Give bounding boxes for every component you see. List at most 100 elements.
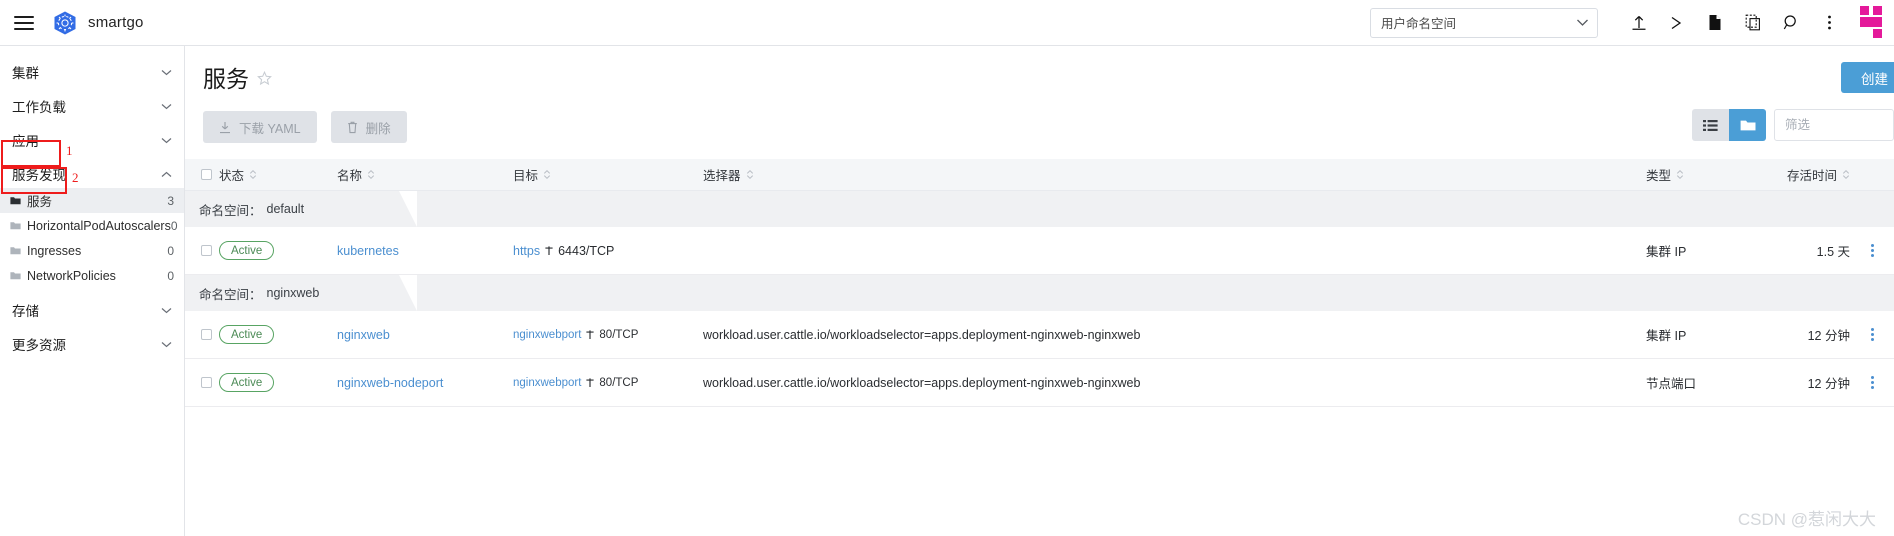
upload-icon[interactable]	[1620, 0, 1658, 46]
column-header-target-label: 目标	[513, 169, 539, 183]
sidebar-group-service-discovery[interactable]: 服务发现	[0, 160, 184, 188]
target-link[interactable]: nginxwebport	[513, 329, 581, 341]
column-header-type[interactable]: 类型	[1646, 165, 1758, 184]
page-title: 服务	[203, 66, 249, 92]
star-outline-icon[interactable]	[257, 71, 272, 86]
group-view-icon[interactable]	[1729, 109, 1766, 141]
port-arrow-icon	[585, 328, 595, 340]
namespace-group-label: 命名空间：	[199, 287, 262, 302]
table-row[interactable]: Active nginxweb-nodeport nginxwebport 80…	[185, 359, 1894, 407]
copy-icon[interactable]	[1734, 0, 1772, 46]
status-badge: Active	[219, 241, 275, 260]
sidebar-group-storage[interactable]: 存储	[0, 296, 184, 324]
shell-icon[interactable]	[1658, 0, 1696, 46]
folder-icon	[10, 196, 21, 205]
delete-button[interactable]: 删除	[330, 111, 407, 143]
sidebar-group-workloads[interactable]: 工作负载	[0, 92, 184, 120]
sidebar-item-label: HorizontalPodAutoscalers	[27, 218, 171, 233]
target-link[interactable]: https	[513, 244, 540, 258]
target-port: 80/TCP	[599, 376, 639, 389]
column-header-type-label: 类型	[1646, 169, 1672, 183]
brand[interactable]: smartgo	[52, 10, 144, 36]
chevron-down-icon	[161, 341, 172, 348]
row-age-cell: 1.5 天	[1816, 245, 1850, 259]
sidebar-group-label: 存储	[12, 304, 39, 319]
sidebar-group-more-resources[interactable]: 更多资源	[0, 330, 184, 358]
trash-icon	[347, 121, 358, 134]
row-name-cell: nginxweb	[337, 328, 513, 342]
annotation-number-1: 1	[66, 143, 73, 158]
row-type-cell: 集群 IP	[1646, 329, 1687, 343]
folder-icon	[10, 271, 21, 280]
sidebar: 集群 工作负载 应用 服务发现 服务 3 HorizontalPodAutosc…	[0, 46, 185, 536]
table-header-row: 状态 名称 目标 选择器 类型 存活时间	[185, 159, 1894, 191]
column-header-name[interactable]: 名称	[337, 165, 513, 184]
sidebar-item-networkpolicies[interactable]: NetworkPolicies 0	[0, 263, 184, 288]
folder-icon	[10, 246, 21, 255]
column-header-status[interactable]: 状态	[219, 165, 337, 184]
row-actions-menu-icon[interactable]	[1870, 328, 1874, 341]
row-type-cell: 节点端口	[1646, 377, 1697, 391]
service-name-link[interactable]: kubernetes	[337, 244, 399, 258]
sidebar-item-services[interactable]: 服务 3	[0, 188, 184, 213]
sidebar-group-label: 集群	[12, 66, 39, 81]
sidebar-group-apps[interactable]: 应用	[0, 126, 184, 154]
chevron-up-icon	[161, 171, 172, 178]
namespace-selector[interactable]: 用户命名空间	[1370, 7, 1598, 38]
folder-icon	[10, 221, 21, 230]
sidebar-group-cluster[interactable]: 集群	[0, 58, 184, 86]
row-checkbox[interactable]	[201, 329, 212, 340]
document-icon[interactable]	[1696, 0, 1734, 46]
sort-icon	[249, 169, 257, 180]
sidebar-item-horizontalpodautoscalers[interactable]: HorizontalPodAutoscalers 0	[0, 213, 184, 238]
status-badge: Active	[219, 373, 275, 392]
watermark: CSDN @惹闲大大	[1737, 510, 1876, 529]
sidebar-item-count: 3	[167, 193, 174, 208]
kubernetes-logo-icon	[52, 10, 78, 36]
sort-icon	[746, 169, 754, 180]
column-header-age[interactable]: 存活时间	[1758, 165, 1850, 184]
create-button[interactable]: 创建	[1841, 62, 1894, 93]
sidebar-group-label: 应用	[12, 134, 39, 149]
column-header-age-label: 存活时间	[1786, 169, 1837, 183]
sidebar-item-label: Ingresses	[27, 243, 82, 258]
sidebar-item-ingresses[interactable]: Ingresses 0	[0, 238, 184, 263]
service-name-link[interactable]: nginxweb-nodeport	[337, 376, 443, 390]
target-port: 80/TCP	[599, 328, 639, 341]
page-header: 服务 创建	[185, 46, 1894, 93]
chevron-down-icon	[1576, 18, 1589, 27]
select-all-checkbox[interactable]	[201, 169, 212, 180]
row-name-cell: nginxweb-nodeport	[337, 376, 513, 390]
column-header-target[interactable]: 目标	[513, 165, 703, 184]
chevron-down-icon	[161, 307, 172, 314]
target-link[interactable]: nginxwebport	[513, 377, 581, 389]
main-content: 服务 创建 下载 YAML 删除 筛选 状态 名称 目标 选择器 类型 存活时间…	[185, 46, 1894, 536]
namespace-selector-value: 用户命名空间	[1381, 17, 1457, 31]
namespace-group-tab: 命名空间： default	[185, 191, 417, 227]
service-name-link[interactable]: nginxweb	[337, 328, 390, 342]
row-status-cell: Active	[219, 325, 337, 344]
download-icon	[219, 121, 231, 134]
download-yaml-button[interactable]: 下载 YAML	[203, 111, 317, 143]
filter-input[interactable]	[1774, 109, 1894, 141]
row-actions-menu-icon[interactable]	[1870, 376, 1874, 389]
table-row[interactable]: Active kubernetes https 6443/TCP 集群 IP 1…	[185, 227, 1894, 275]
table-row[interactable]: Active nginxweb nginxwebport 80/TCP work…	[185, 311, 1894, 359]
action-bar: 下载 YAML 删除	[185, 91, 1894, 143]
app-logo-icon	[1860, 5, 1890, 40]
column-header-selector[interactable]: 选择器	[703, 165, 1646, 184]
sidebar-item-count: 0	[167, 243, 174, 258]
row-actions-cell	[1850, 328, 1894, 341]
row-actions-menu-icon[interactable]	[1870, 244, 1874, 257]
search-icon[interactable]	[1772, 0, 1810, 46]
sort-icon	[367, 169, 375, 180]
more-vertical-icon[interactable]	[1810, 0, 1848, 46]
status-badge: Active	[219, 325, 275, 344]
row-checkbox[interactable]	[201, 377, 212, 388]
row-select-cell	[185, 245, 219, 256]
row-checkbox[interactable]	[201, 245, 212, 256]
list-view-icon[interactable]	[1692, 109, 1729, 141]
namespace-group-header: 命名空间： default	[185, 191, 1894, 227]
row-actions-cell	[1850, 244, 1894, 257]
hamburger-menu-icon[interactable]	[14, 15, 34, 30]
